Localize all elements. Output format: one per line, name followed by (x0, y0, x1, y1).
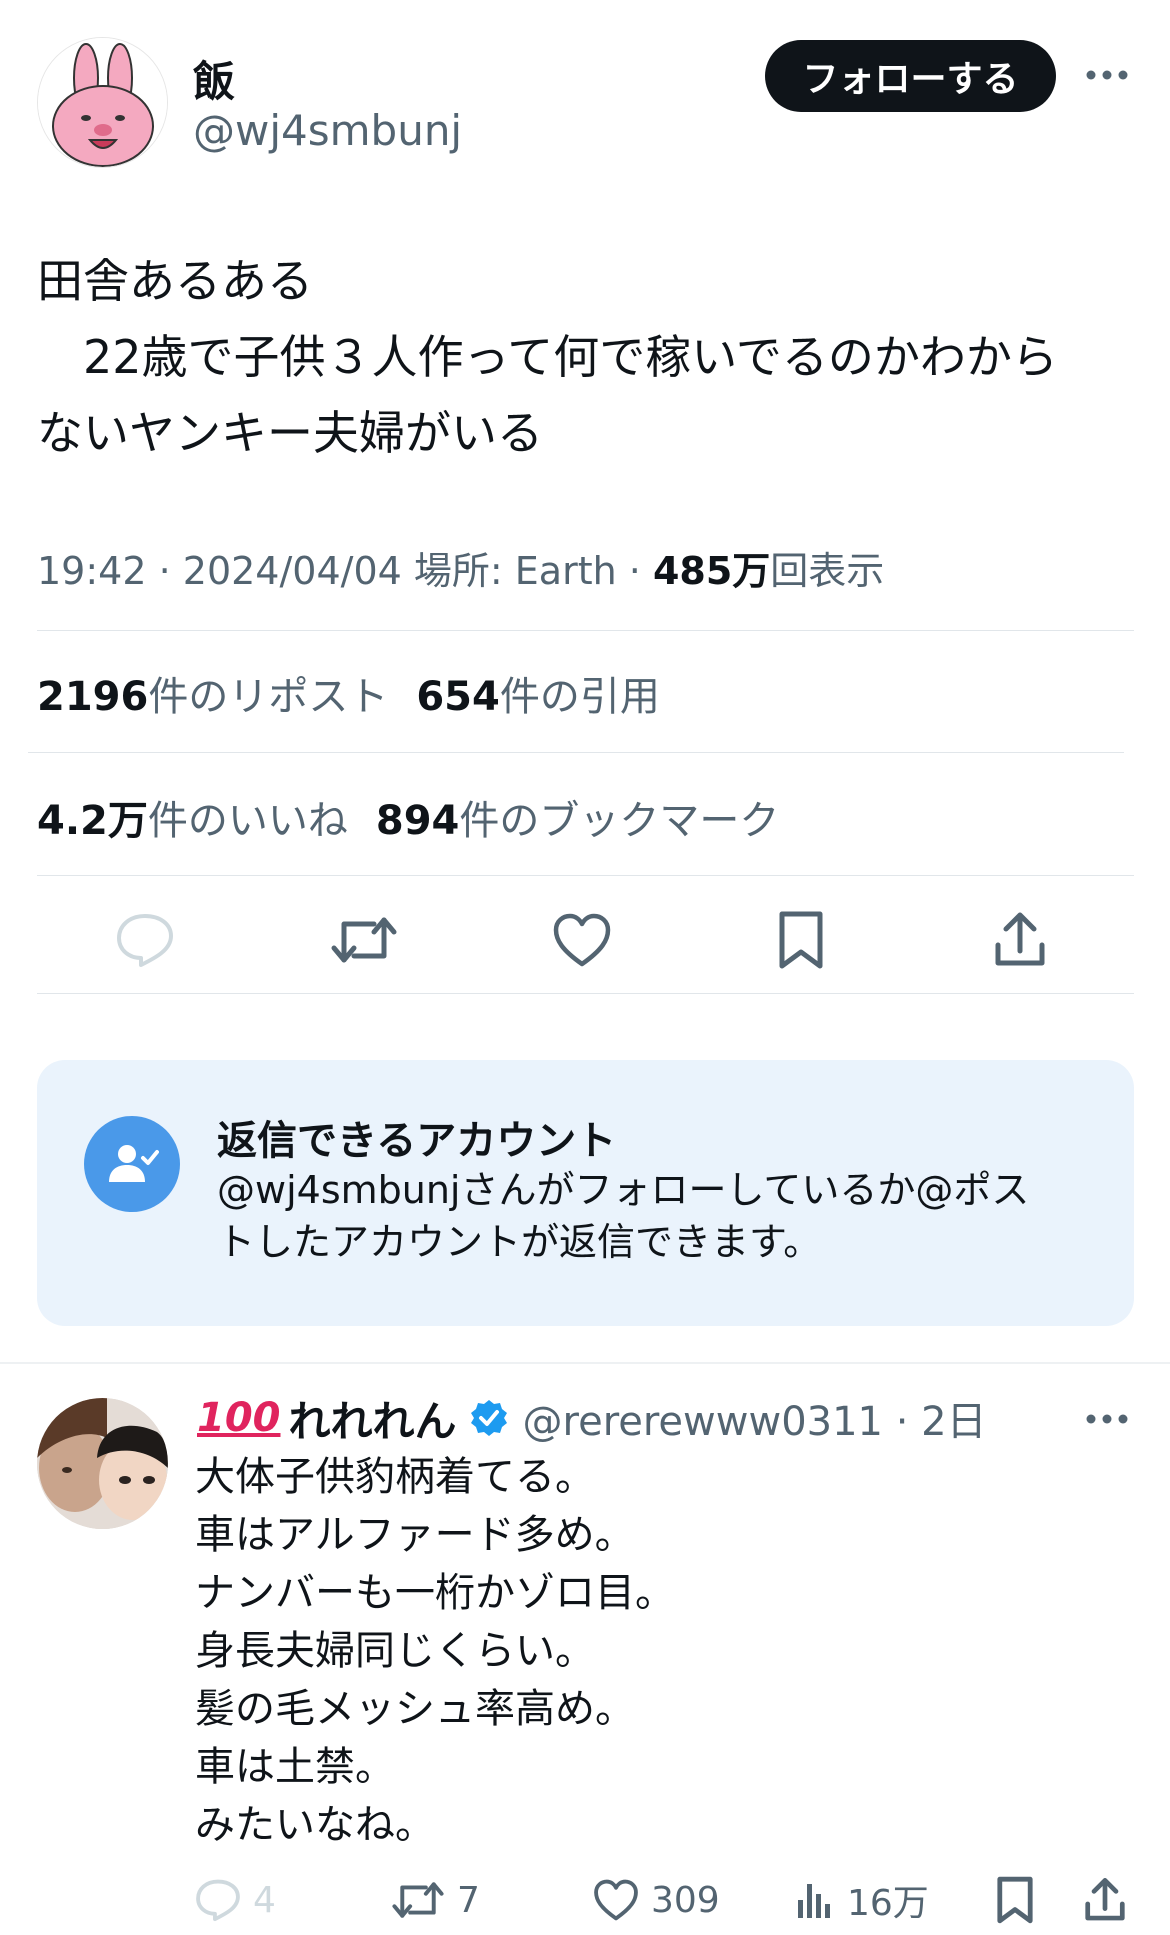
more-icon[interactable] (1082, 1394, 1132, 1444)
divider (37, 875, 1134, 876)
heart-icon (594, 1879, 638, 1921)
reply-restriction-notice: 返信できるアカウント @wj4smbunjさんがフォローしているか@ポス トした… (37, 1060, 1134, 1326)
tweet-date[interactable]: 2024/04/04 (183, 549, 402, 593)
reply-header: 100 れれれん @rererewww0311 · 2日 (197, 1388, 987, 1448)
bookmarks-count: 894 (375, 798, 460, 844)
retweet-icon[interactable] (324, 900, 404, 980)
bookmarks-label: 件のブックマーク (459, 798, 780, 844)
share-icon[interactable] (980, 900, 1060, 980)
meta-separator: · (158, 549, 183, 593)
divider (37, 993, 1134, 994)
reply-views-button[interactable]: 16万 (795, 1870, 929, 1930)
divider (28, 752, 1124, 753)
reposts-label: 件のリポスト (148, 674, 389, 720)
reply-like-button[interactable]: 309 (593, 1870, 720, 1930)
reply-views-count: 16万 (847, 1883, 929, 1924)
reply-text: 大体子供豹柄着てる。 車はアルファード多め。 ナンバーも一桁かゾロ目。 身長夫婦… (195, 1454, 675, 1848)
reply-retweets-count: 7 (457, 1879, 480, 1921)
notice-body: @wj4smbunjさんがフォローしているか@ポス トしたアカウントが返信できま… (217, 1168, 1030, 1264)
quotes-label: 件の引用 (499, 674, 660, 720)
pink-bunny-avatar-image (38, 38, 167, 167)
follow-button[interactable]: フォローする (765, 40, 1056, 112)
likes-stat[interactable]: 4.2万件のいいね (37, 798, 348, 844)
reply-retweet-button[interactable]: 7 (391, 1870, 480, 1930)
reply-handle-time[interactable]: @rererewww0311 · 2日 (523, 1389, 987, 1447)
reposts-count: 2196 (37, 674, 149, 720)
tweet-text: 田舎あるある 22歳で子供３人作って何で稼いでるのかわから ないヤンキー夫婦がい… (37, 254, 1058, 460)
reply-icon[interactable] (105, 900, 185, 980)
bookmark-icon[interactable] (995, 1870, 1047, 1930)
share-icon[interactable] (1083, 1870, 1139, 1930)
tweet-action-bar (37, 880, 1132, 1000)
verified-badge-icon (470, 1400, 507, 1436)
reply-avatar[interactable] (37, 1398, 168, 1529)
likes-count: 4.2万 (37, 798, 148, 844)
bookmarks-stat[interactable]: 894件のブックマーク (376, 798, 780, 844)
person-check-icon (84, 1116, 180, 1212)
reply-section-divider (0, 1362, 1170, 1364)
quotes-stat[interactable]: 654件の引用 (416, 674, 660, 720)
heart-icon[interactable] (542, 900, 622, 980)
bookmark-icon[interactable] (761, 900, 841, 980)
author-display-name[interactable]: 飯 (193, 48, 235, 109)
divider (37, 630, 1134, 631)
author-handle[interactable]: @wj4smbunj (193, 106, 462, 155)
reply-action-bar: 4 7 309 16万 (195, 1870, 1140, 1930)
quotes-count: 654 (416, 674, 500, 720)
views-label: 回表示 (770, 549, 885, 593)
tweet-time[interactable]: 19:42 (37, 549, 147, 593)
stats-row-reposts: 2196件のリポスト 654件の引用 (37, 664, 660, 722)
meta-separator: · (628, 549, 653, 593)
reply-avatar-photo (37, 1398, 168, 1529)
likes-label: 件のいいね (147, 798, 348, 844)
reply-display-name[interactable]: れれれん (289, 1388, 457, 1449)
retweet-icon (392, 1882, 444, 1918)
reply-icon (196, 1879, 240, 1922)
views-count: 485万 (652, 549, 771, 593)
author-avatar[interactable] (37, 37, 168, 168)
reply-likes-count: 309 (651, 1879, 720, 1921)
stats-row-likes: 4.2万件のいいね 894件のブックマーク (37, 788, 779, 846)
reply-reply-button[interactable]: 4 (195, 1870, 276, 1930)
notice-title: 返信できるアカウント (217, 1118, 617, 1164)
views-icon (798, 1884, 830, 1918)
reposts-stat[interactable]: 2196件のリポスト (37, 674, 388, 720)
tweet-location: 場所: Earth (413, 549, 617, 593)
tweet-meta: 19:42 · 2024/04/04 場所: Earth · 485万回表示 (37, 540, 884, 595)
reply-replies-count: 4 (253, 1879, 276, 1921)
hundred-points-emoji: 100 (197, 1395, 281, 1441)
more-icon[interactable] (1082, 50, 1132, 100)
